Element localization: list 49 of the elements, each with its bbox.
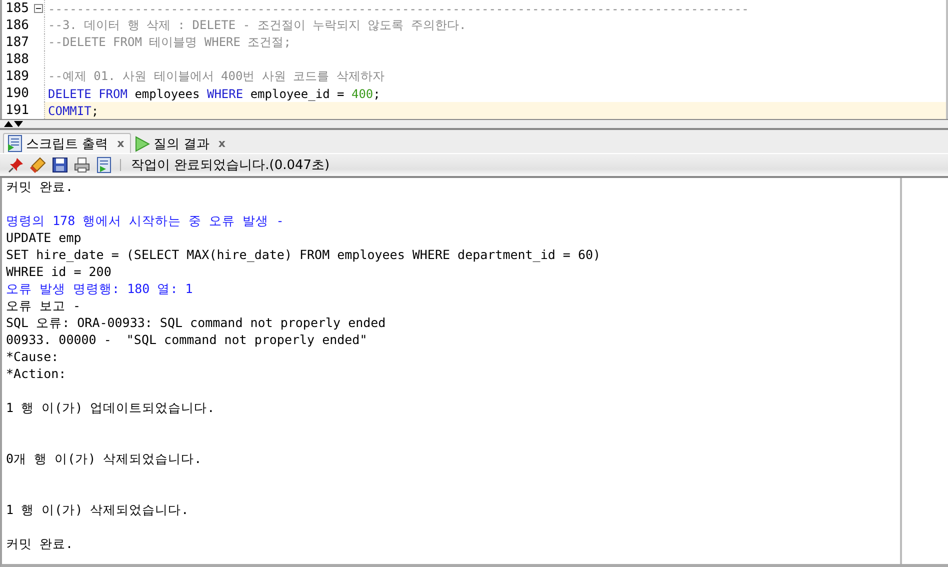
output-line: *Cause: [6, 348, 60, 365]
close-button[interactable]: x [218, 137, 226, 150]
output-line: SQL 오류: ORA-00933: SQL command not properly ended [6, 314, 387, 331]
status-message: 작업이 완료되었습니다.(0.047초) [131, 157, 330, 174]
output-line: 커밋 완료. [6, 178, 74, 195]
line-number: 188 [4, 52, 30, 67]
output-line: SET hire_date = (SELECT MAX(hire_date) FROM employees WHERE department_id = 60) [6, 246, 602, 263]
line-number: 187 [4, 35, 30, 50]
document-icon [7, 135, 23, 152]
collapse-icon[interactable] [34, 4, 42, 13]
output-line: 00933. 00000 - "SQL command not properly ended" [6, 331, 368, 348]
line-number: 185 [4, 1, 30, 16]
error-message: 명령의 178 행에서 시작하는 중 오류 발생 - [6, 212, 285, 229]
code-comment: ------------------------------------------------------------------------------------------------- [48, 2, 749, 16]
code-comment: --예제 01. 사원 테이블에서 400번 사원 코드를 삭제하자 [48, 68, 384, 85]
code-text: ; [373, 86, 380, 100]
output-line: WHREE id = 200 [6, 263, 112, 280]
expand-down-icon[interactable] [14, 121, 23, 127]
printer-icon[interactable] [74, 157, 90, 173]
code-text: ; [91, 104, 99, 118]
eraser-icon[interactable] [30, 157, 46, 173]
error-message: 오류 발생 명령행: 180 열: 1 [6, 280, 194, 297]
collapse-up-icon[interactable] [4, 121, 13, 127]
code-text: employee_id = [249, 86, 346, 100]
tab[interactable]: 스크립트 출력 x [3, 133, 132, 153]
line-number: 189 [4, 69, 30, 84]
sql-keyword: WHERE [206, 86, 244, 100]
sql-keyword: COMMIT [48, 104, 92, 118]
document-icon[interactable] [96, 157, 112, 173]
pin-icon[interactable] [8, 157, 24, 173]
play-icon [135, 136, 150, 152]
code-text: employees [134, 86, 201, 100]
save-icon[interactable] [52, 157, 68, 173]
output-line: 0개 행 이(가) 삭제되었습니다. [6, 450, 203, 467]
code-comment: --DELETE FROM 테이블명 WHERE 조건절; [48, 34, 291, 51]
line-number: 191 [4, 103, 30, 118]
close-button[interactable]: x [117, 137, 124, 150]
output-line: 1 행 이(가) 업데이트되었습니다. [6, 399, 216, 416]
number-literal: 400 [351, 86, 374, 100]
line-number: 190 [4, 86, 30, 101]
sql-keyword: DELETE FROM [48, 86, 128, 100]
code-comment: --3. 데이터 행 삭제 : DELETE - 조건절이 누락되지 않도록 주의한다. [48, 17, 466, 34]
output-line: 1 행 이(가) 삭제되었습니다. [6, 501, 190, 518]
tab[interactable]: 질의 결과 x [131, 133, 232, 153]
output-line: 커밋 완료. [6, 535, 74, 552]
line-number: 186 [4, 18, 30, 33]
output-line: *Action: [6, 365, 68, 382]
output-line: UPDATE emp [6, 229, 82, 246]
output-line: 오류 보고 - [6, 297, 82, 314]
